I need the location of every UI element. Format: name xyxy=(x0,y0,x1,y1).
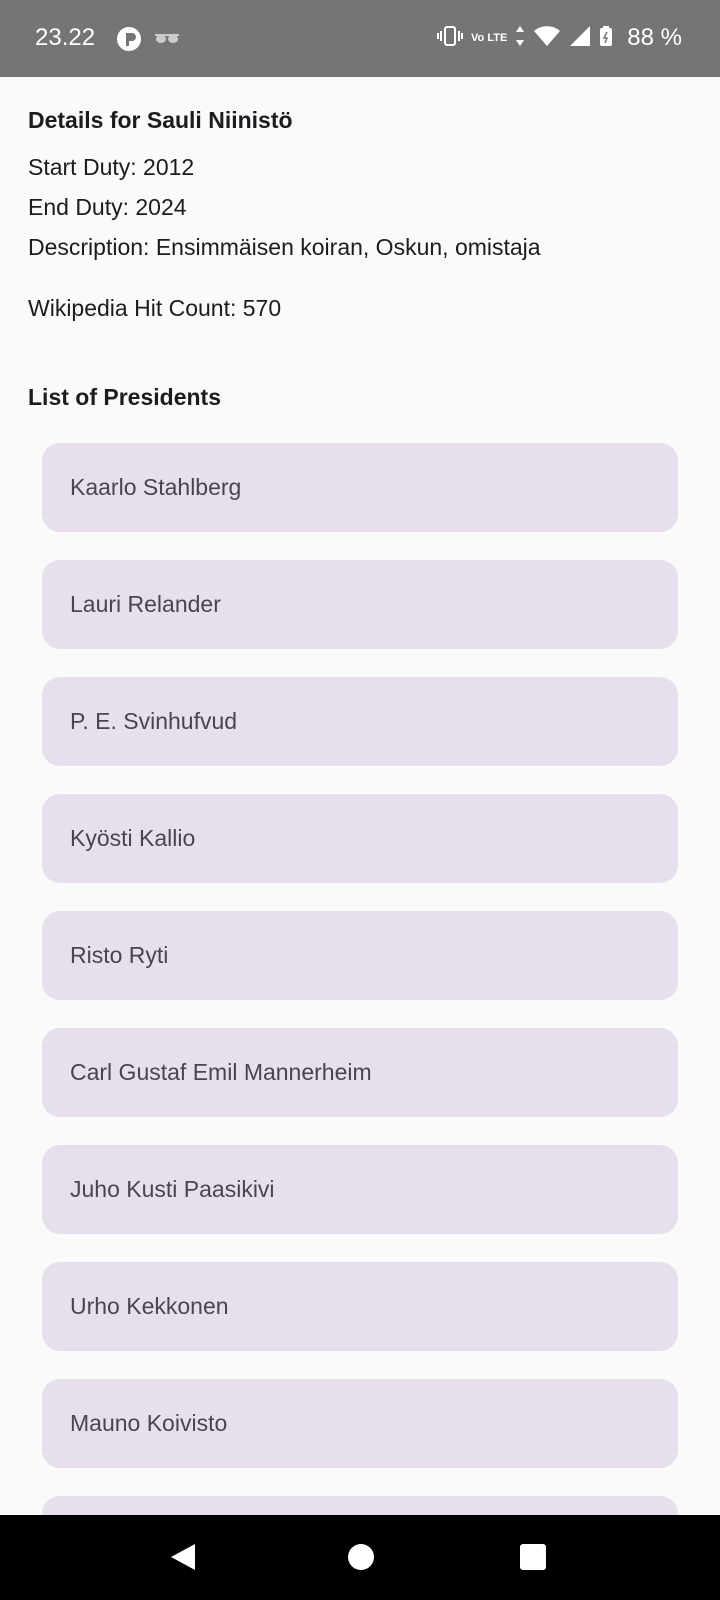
home-icon[interactable] xyxy=(348,1544,374,1570)
presidents-list: Kaarlo Stahlberg Lauri Relander P. E. Sv… xyxy=(42,443,678,1515)
list-title: List of Presidents xyxy=(28,384,221,410)
wifi-icon xyxy=(533,25,561,52)
list-item[interactable]: Carl Gustaf Emil Mannerheim xyxy=(42,1028,678,1117)
vibrate-icon xyxy=(437,25,464,52)
description: Description: Ensimmäisen koiran, Oskun, … xyxy=(28,234,541,260)
status-time: 23.22 xyxy=(35,24,96,51)
list-item[interactable]: Kaarlo Stahlberg xyxy=(42,443,678,532)
app-notification-icon xyxy=(116,26,142,57)
status-bar: 23.22 Vo LTE 88 % xyxy=(0,0,720,77)
recents-icon[interactable] xyxy=(520,1544,546,1570)
back-icon[interactable] xyxy=(170,1543,196,1576)
battery-percent: 88 % xyxy=(627,24,682,51)
list-item[interactable]: Juho Kusti Paasikivi xyxy=(42,1145,678,1234)
list-item[interactable]: Lauri Relander xyxy=(42,560,678,649)
signal-icon xyxy=(569,25,591,52)
start-duty: Start Duty: 2012 xyxy=(28,154,195,180)
list-item[interactable]: Urho Kekkonen xyxy=(42,1262,678,1351)
glasses-icon xyxy=(154,32,180,51)
list-item[interactable]: Risto Ryti xyxy=(42,911,678,1000)
battery-icon xyxy=(599,25,613,52)
wikipedia-hit-count: Wikipedia Hit Count: 570 xyxy=(28,295,282,321)
list-item[interactable] xyxy=(42,1496,678,1515)
list-item[interactable]: Mauno Koivisto xyxy=(42,1379,678,1468)
end-duty: End Duty: 2024 xyxy=(28,194,187,220)
list-item[interactable]: Kyösti Kallio xyxy=(42,794,678,883)
navigation-bar xyxy=(0,1515,720,1600)
main-content: Details for Sauli Niinistö Start Duty: 2… xyxy=(0,77,720,1515)
data-arrows-icon xyxy=(515,25,525,52)
list-item[interactable]: P. E. Svinhufvud xyxy=(42,677,678,766)
volte-icon: Vo LTE xyxy=(471,31,508,44)
details-title: Details for Sauli Niinistö xyxy=(28,107,293,133)
